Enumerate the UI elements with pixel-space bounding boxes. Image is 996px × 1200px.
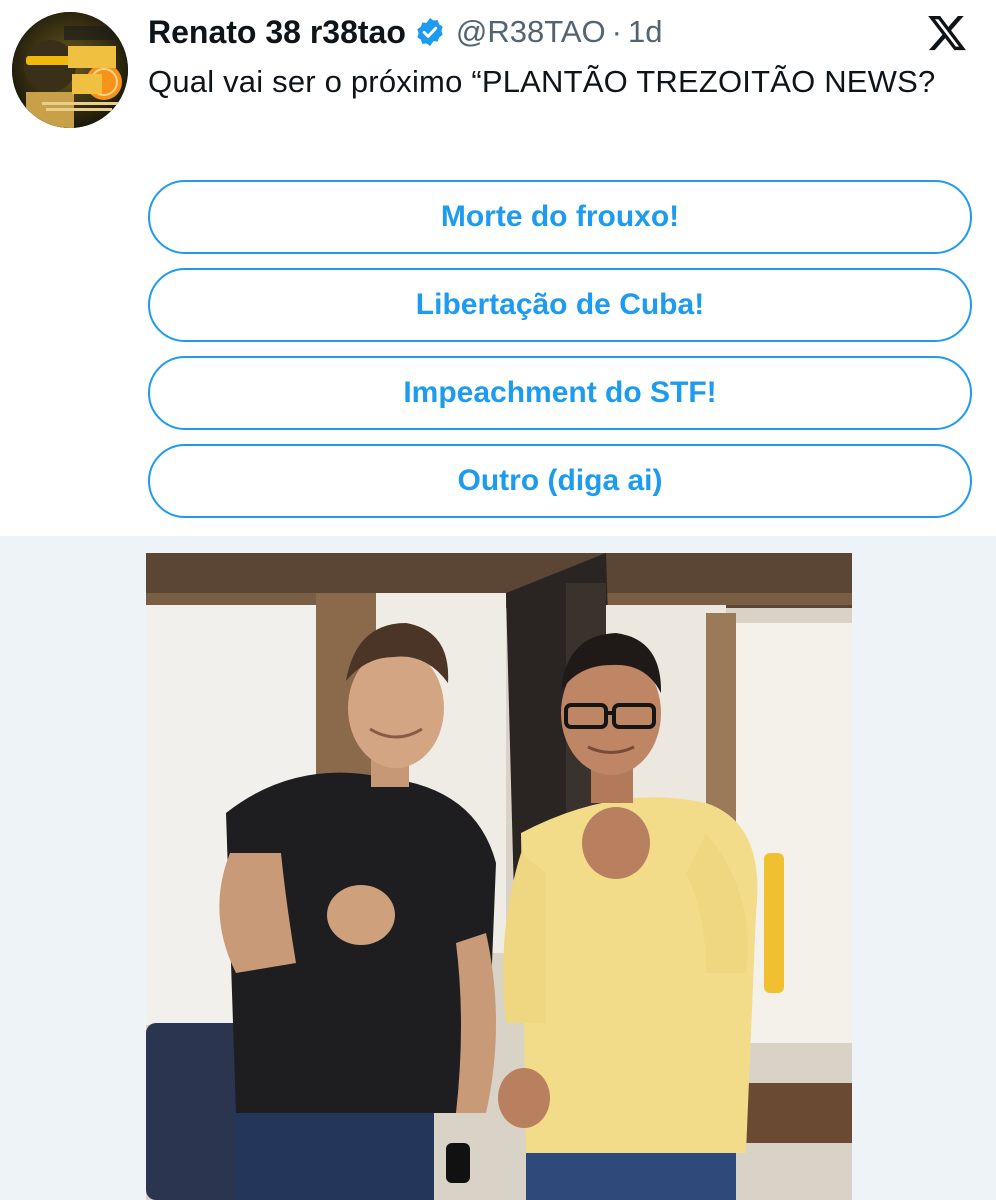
tweet-text: Qual vai ser o próximo “PLANTÃO TREZOITÃ… bbox=[148, 64, 936, 99]
x-logo-icon bbox=[928, 15, 966, 51]
poll-option-2[interactable]: Libertação de Cuba! bbox=[148, 268, 972, 342]
tweet-photo[interactable] bbox=[146, 553, 852, 1200]
avatar[interactable] bbox=[12, 12, 128, 128]
bitcoin-red-pill-avatar-icon bbox=[12, 12, 128, 128]
header-separator: · bbox=[611, 14, 622, 49]
poll-option-4[interactable]: Outro (diga ai) bbox=[148, 444, 972, 518]
verified-badge-icon bbox=[417, 18, 443, 46]
poll: Morte do frouxo! Libertação de Cuba! Imp… bbox=[148, 180, 972, 532]
author-display-name[interactable]: Renato 38 r38tao bbox=[148, 14, 406, 51]
tweet-timestamp[interactable]: 1d bbox=[628, 14, 662, 50]
tweet-header: Renato 38 r38tao @R38TAO · 1d bbox=[148, 10, 662, 54]
photo-two-men-raised-fists-icon bbox=[146, 553, 852, 1200]
poll-option-3[interactable]: Impeachment do STF! bbox=[148, 356, 972, 430]
poll-option-1[interactable]: Morte do frouxo! bbox=[148, 180, 972, 254]
author-handle[interactable]: @R38TAO bbox=[456, 14, 606, 50]
